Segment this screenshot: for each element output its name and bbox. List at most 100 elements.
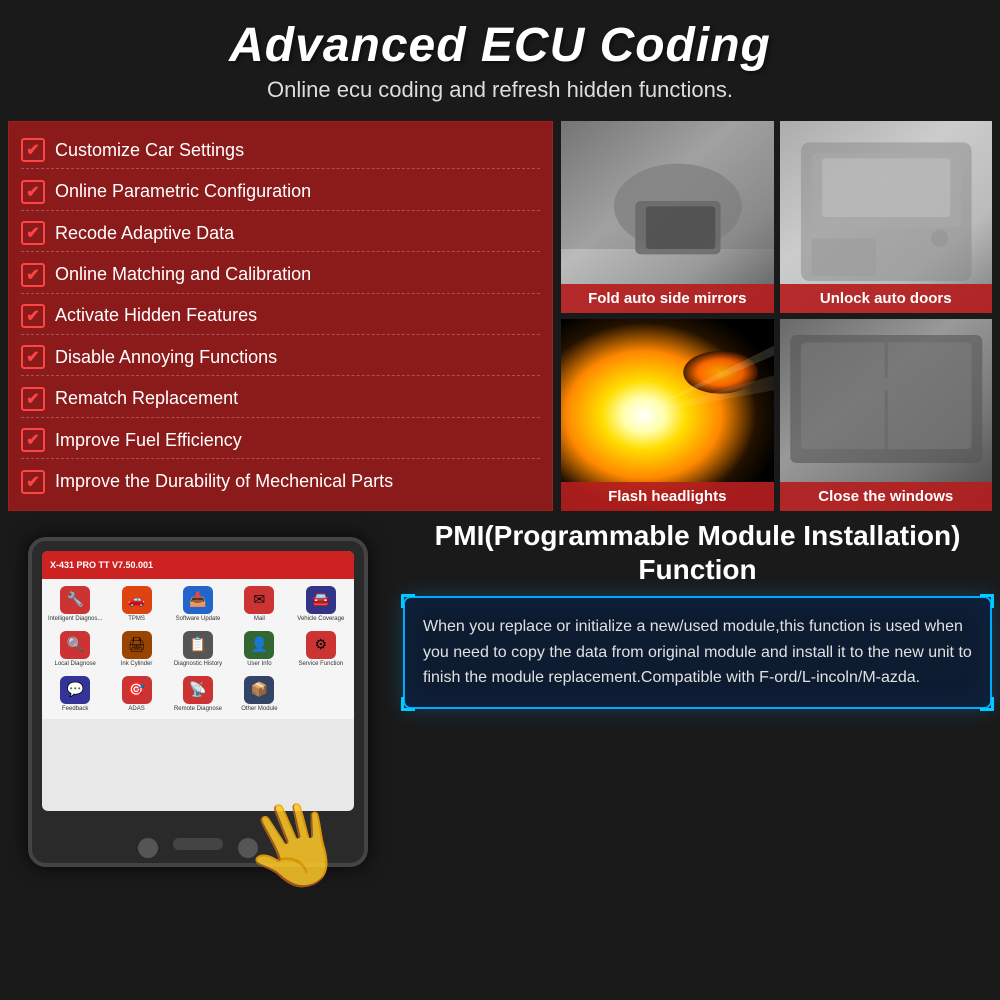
feature-item: ✔ Customize Car Settings	[21, 132, 540, 169]
tablet-icon-box: ✉	[244, 586, 274, 614]
photo-cell-mirror: Fold auto side mirrors	[561, 121, 774, 313]
tablet-icon-box: 📥	[183, 586, 213, 614]
tablet-icon-label: TPMS	[128, 616, 145, 622]
feature-item: ✔ Activate Hidden Features	[21, 298, 540, 335]
photo-grid: Fold auto side mirrors	[561, 121, 992, 511]
tablet-icon-cell[interactable]: 👤 User Info	[230, 628, 288, 670]
tablet-icon-label: Mail	[254, 616, 265, 622]
tablet-icon-label: Service Function	[298, 661, 343, 667]
window-label: Close the windows	[780, 482, 993, 511]
pmi-description-box: When you replace or initialize a new/use…	[403, 596, 992, 709]
tablet-icon-label: Software Update	[176, 616, 221, 622]
tablet-icon-cell[interactable]: ⚙ Service Function	[292, 628, 350, 670]
tablet-icon-box: 🔍	[60, 631, 90, 659]
feature-item: ✔ Online Matching and Calibration	[21, 257, 540, 294]
tablet-icon-cell[interactable]: 🔧 Intelligent Diagnos...	[46, 583, 104, 625]
header-section: Advanced ECU Coding Online ecu coding an…	[0, 0, 1000, 113]
middle-section: ✔ Customize Car Settings ✔ Online Parame…	[8, 121, 992, 511]
tablet-icon-cell[interactable]: 💬 Feedback	[46, 673, 104, 715]
tablet-icon-box: 🎯	[122, 676, 152, 704]
feature-text: Disable Annoying Functions	[55, 347, 277, 368]
tablet-icon-box: ⚙	[306, 631, 336, 659]
check-icon: ✔	[21, 387, 45, 411]
feature-item: ✔ Improve Fuel Efficiency	[21, 422, 540, 459]
check-icon: ✔	[21, 138, 45, 162]
tablet-version: X-431 PRO TT V7.50.001	[50, 560, 153, 570]
feature-text: Online Parametric Configuration	[55, 181, 311, 202]
tablet-icon-cell[interactable]: 🔍 Local Diagnose	[46, 628, 104, 670]
door-label: Unlock auto doors	[780, 284, 993, 313]
tablet-icon-cell[interactable]: 🎯 ADAS	[107, 673, 165, 715]
tablet-icon-box: 📡	[183, 676, 213, 704]
corner-br	[980, 697, 994, 711]
tablet-icon-grid: 🔧 Intelligent Diagnos... 🚗 TPMS 📥 Softwa…	[42, 579, 354, 719]
feature-text: Improve the Durability of Mechenical Par…	[55, 471, 393, 492]
tablet-icon-label: Diagnostic History	[174, 661, 222, 667]
tablet-section: X-431 PRO TT V7.50.001 🔧 Intelligent Dia…	[8, 519, 388, 884]
check-icon: ✔	[21, 221, 45, 245]
photo-cell-window: Close the windows	[780, 319, 993, 511]
tablet-icon-label: Ink Cylinder	[121, 661, 153, 667]
tablet-icon-label: Vehicle Coverage	[297, 616, 344, 622]
check-icon: ✔	[21, 304, 45, 328]
pmi-section: PMI(Programmable Module Installation) Fu…	[403, 519, 992, 884]
check-icon: ✔	[21, 180, 45, 204]
tablet-icon-box: 🖨	[122, 631, 152, 659]
check-icon: ✔	[21, 428, 45, 452]
tablet-top-bar: X-431 PRO TT V7.50.001	[42, 551, 354, 579]
corner-tr	[980, 594, 994, 608]
check-icon: ✔	[21, 470, 45, 494]
tablet-icon-cell[interactable]: 📋 Diagnostic History	[169, 628, 227, 670]
feature-text: Improve Fuel Efficiency	[55, 430, 242, 451]
pmi-title: PMI(Programmable Module Installation) Fu…	[403, 519, 992, 586]
mirror-label: Fold auto side mirrors	[561, 284, 774, 313]
tablet-icon-cell[interactable]: 🚗 TPMS	[107, 583, 165, 625]
feature-item: ✔ Rematch Replacement	[21, 381, 540, 418]
photo-cell-headlight: Flash headlights	[561, 319, 774, 511]
corner-bl	[401, 697, 415, 711]
feature-text: Rematch Replacement	[55, 388, 238, 409]
feature-item: ✔ Online Parametric Configuration	[21, 174, 540, 211]
check-icon: ✔	[21, 263, 45, 287]
tablet-icon-box: 🔧	[60, 586, 90, 614]
tablet-icon-label: User Info	[247, 661, 271, 667]
tablet-icon-box: 📦	[244, 676, 274, 704]
feature-text: Recode Adaptive Data	[55, 223, 234, 244]
tablet-icon-label: Feedback	[62, 706, 88, 712]
tablet-icon-label: ADAS	[128, 706, 144, 712]
main-subtitle: Online ecu coding and refresh hidden fun…	[10, 77, 990, 103]
tablet-icon-label: Local Diagnose	[55, 661, 96, 667]
bottom-section: X-431 PRO TT V7.50.001 🔧 Intelligent Dia…	[8, 519, 992, 884]
tablet-icon-label: Intelligent Diagnos...	[48, 616, 102, 622]
tablet-icon-cell[interactable]: 🚘 Vehicle Coverage	[292, 583, 350, 625]
tablet-icon-cell[interactable]: 📥 Software Update	[169, 583, 227, 625]
tablet-home-btn[interactable]	[173, 838, 223, 850]
tablet-icon-cell[interactable]: ✉ Mail	[230, 583, 288, 625]
tablet-device: X-431 PRO TT V7.50.001 🔧 Intelligent Dia…	[28, 537, 368, 867]
tablet-icon-box: 🚘	[306, 586, 336, 614]
pmi-description: When you replace or initialize a new/use…	[423, 614, 972, 691]
feature-list-panel: ✔ Customize Car Settings ✔ Online Parame…	[8, 121, 553, 511]
tablet-icon-cell[interactable]: 📦 Other Module	[230, 673, 288, 715]
tablet-icon-box: 👤	[244, 631, 274, 659]
tablet-screen: X-431 PRO TT V7.50.001 🔧 Intelligent Dia…	[42, 551, 354, 811]
tablet-icon-box: 🚗	[122, 586, 152, 614]
feature-text: Online Matching and Calibration	[55, 264, 311, 285]
tablet-icon-cell[interactable]: 🖨 Ink Cylinder	[107, 628, 165, 670]
check-icon: ✔	[21, 345, 45, 369]
tablet-icon-box: 📋	[183, 631, 213, 659]
feature-item: ✔ Improve the Durability of Mechenical P…	[21, 464, 540, 500]
feature-item: ✔ Disable Annoying Functions	[21, 339, 540, 376]
feature-text: Customize Car Settings	[55, 140, 244, 161]
tablet-icon-label: Remote Diagnose	[174, 706, 222, 712]
feature-text: Activate Hidden Features	[55, 305, 257, 326]
main-title: Advanced ECU Coding	[10, 18, 990, 73]
tablet-icon-cell[interactable]: 📡 Remote Diagnose	[169, 673, 227, 715]
tablet-icon-box: 💬	[60, 676, 90, 704]
photo-cell-door: Unlock auto doors	[780, 121, 993, 313]
feature-item: ✔ Recode Adaptive Data	[21, 215, 540, 252]
headlight-label: Flash headlights	[561, 482, 774, 511]
tablet-icon-label: Other Module	[241, 706, 277, 712]
corner-tl	[401, 594, 415, 608]
tablet-back-btn[interactable]	[138, 838, 158, 858]
